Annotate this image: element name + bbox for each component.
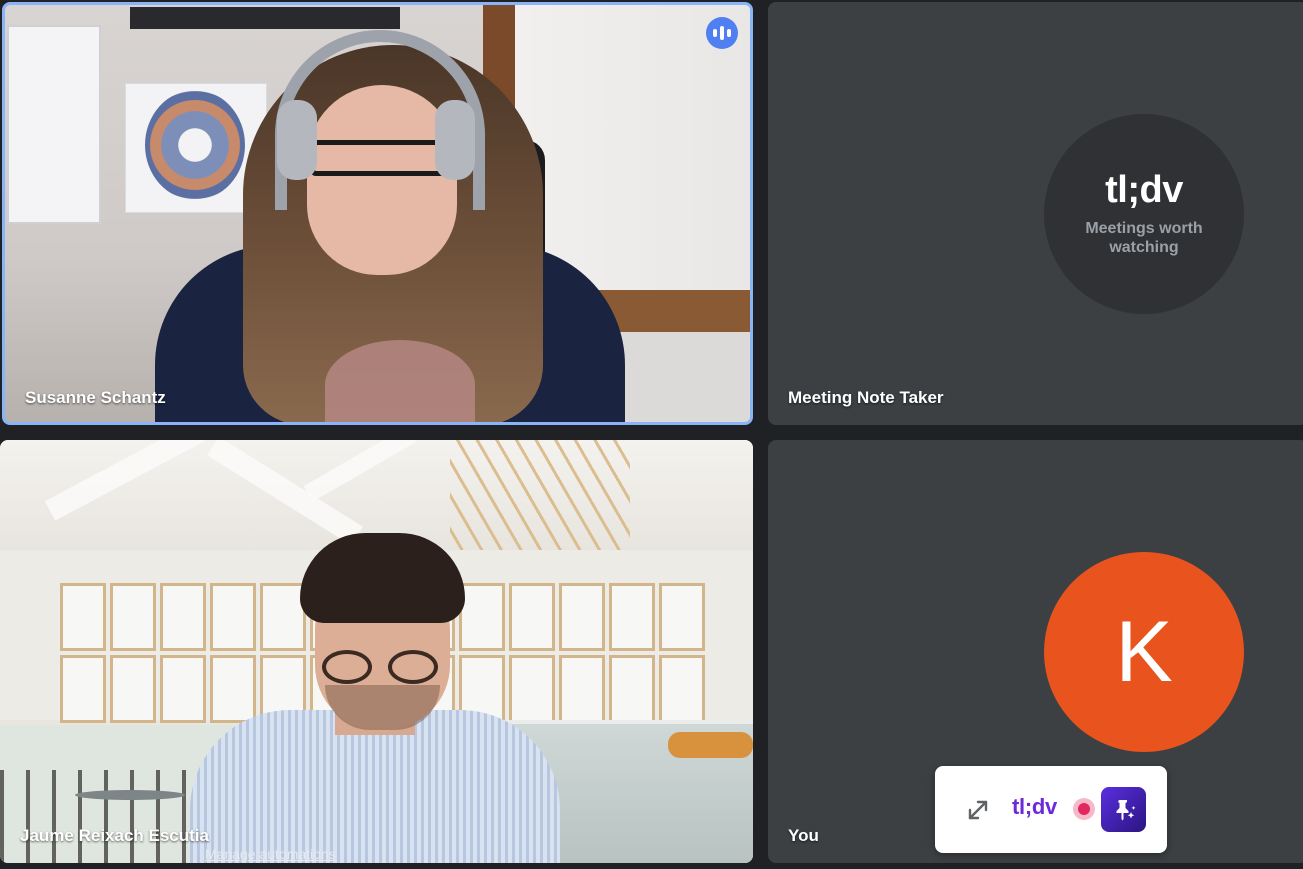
shirt-print: [325, 340, 475, 422]
butterfly-wreath-art: [145, 90, 245, 200]
tldv-logo[interactable]: tl;dv: [1012, 794, 1057, 820]
record-indicator-icon[interactable]: [1073, 798, 1095, 820]
headphone-cup-left: [277, 100, 317, 180]
participant-name: Meeting Note Taker: [788, 388, 944, 407]
participant-name: You: [788, 826, 819, 845]
video-tile-notetaker[interactable]: tl;dv Meetings worth watching Meeting No…: [768, 2, 1303, 425]
background-whiteboard: [7, 25, 101, 224]
participant-glasses: [322, 650, 372, 684]
tldv-recorder-widget: tl;dv: [935, 766, 1167, 853]
headphone-cup-right: [435, 100, 475, 180]
notetaker-avatar: tl;dv Meetings worth watching: [1044, 114, 1244, 314]
pin-sparkle-icon[interactable]: [1101, 787, 1146, 832]
participant-name: Jaume Reixach Escutia: [20, 826, 209, 845]
manage-automations-link[interactable]: Manage automations: [205, 846, 336, 862]
meeting-grid: Susanne Schantz tl;dv Meetings worth wat…: [0, 0, 1303, 869]
background-frame: [130, 7, 400, 29]
expand-icon[interactable]: [965, 797, 991, 823]
ceiling-truss: [450, 440, 630, 560]
tldv-logo: tl;dv: [1105, 169, 1183, 211]
participant-glasses: [388, 650, 438, 684]
tldv-tagline: Meetings worth watching: [1085, 220, 1203, 256]
video-tile-jaume[interactable]: Jaume Reixach Escutia Manage automations: [0, 440, 753, 863]
cafe-table: [75, 790, 185, 800]
cafe-chairs: [0, 770, 190, 863]
pastry-basket: [668, 732, 753, 758]
avatar: K: [1044, 552, 1244, 752]
speaking-indicator-icon: [706, 17, 738, 49]
video-tile-susanne[interactable]: Susanne Schantz: [2, 2, 753, 425]
participant-name: Susanne Schantz: [25, 388, 166, 407]
participant-hair: [300, 533, 465, 623]
